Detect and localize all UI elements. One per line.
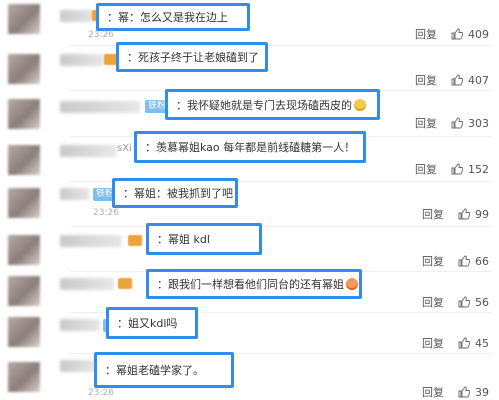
comment-row: 铁粉 ：幂姐：被我抓到了吧 23:26 回复 99 — [0, 178, 499, 226]
comment-row: sXi ：羡慕幂姐kao 每年都是前线磕糖第一人！ 回复 152 — [0, 131, 499, 181]
thumbs-up-icon — [458, 255, 470, 267]
comment-text: ：幂姐：被我抓到了吧 — [123, 187, 233, 200]
comment-actions: 回复 152 — [415, 161, 489, 177]
reply-link[interactable]: 回复 — [422, 253, 444, 269]
like-count: 409 — [468, 27, 489, 41]
reply-link[interactable]: 回复 — [422, 384, 444, 400]
thumbs-up-icon — [451, 74, 463, 86]
thumbs-up-icon — [458, 386, 470, 398]
highlighted-comment: ：羡慕幂姐kao 每年都是前线磕糖第一人！ — [134, 131, 366, 163]
timestamp: 23:26 — [93, 208, 119, 218]
thumbs-up-icon — [458, 208, 470, 220]
comment-row: 铁粉 ：姐又kdl吗 回复 45 — [0, 307, 499, 353]
like-count: 39 — [475, 385, 489, 399]
thumbs-up-icon — [451, 117, 463, 129]
thumbs-up-icon — [451, 163, 463, 175]
comment-actions: 回复 409 — [415, 26, 489, 42]
comment-actions: 回复 407 — [415, 72, 489, 88]
laughing-emoji-icon — [354, 98, 366, 111]
comment-row: ：幂姐 kdl 回复 66 — [0, 223, 499, 271]
thumbs-up-icon — [458, 296, 470, 308]
like-button[interactable]: 152 — [451, 163, 489, 176]
like-count: 99 — [475, 207, 489, 221]
comment-text: ：幂：怎么又是我在边上 — [107, 11, 228, 24]
comment-text: ：跟我们一样想看他们同台的还有幂姐 — [157, 278, 344, 291]
comment-actions: 回复 56 — [422, 294, 489, 310]
like-button[interactable]: 409 — [451, 28, 489, 41]
avatar[interactable] — [8, 362, 40, 392]
comment-row: ：跟我们一样想看他们同台的还有幂姐 回复 56 — [0, 269, 499, 312]
like-button[interactable]: 56 — [458, 296, 489, 309]
avatar[interactable] — [8, 4, 40, 34]
reply-link[interactable]: 回复 — [415, 26, 437, 42]
avatar[interactable] — [8, 317, 40, 347]
highlighted-comment: ：跟我们一样想看他们同台的还有幂姐 — [146, 269, 362, 299]
thumbs-up-icon — [458, 337, 470, 349]
avatar[interactable] — [8, 188, 40, 218]
highlighted-comment: ：幂姐老磕学家了。 — [94, 352, 234, 388]
username[interactable] — [60, 278, 114, 290]
like-button[interactable]: 99 — [458, 208, 489, 221]
like-button[interactable]: 45 — [458, 337, 489, 350]
username[interactable] — [60, 235, 122, 247]
comment-row: ：幂姐老磕学家了。 23:26 回复 39 — [0, 352, 499, 400]
avatar[interactable] — [8, 54, 40, 84]
avatar[interactable] — [8, 276, 40, 306]
thumbs-up-icon — [451, 28, 463, 40]
comment-row: ：死孩子终于让老娘磕到了 回复 407 — [0, 42, 499, 90]
username-tail[interactable]: sXi — [117, 143, 132, 154]
like-button[interactable]: 407 — [451, 74, 489, 87]
like-button[interactable]: 303 — [451, 117, 489, 130]
highlighted-comment: ：我怀疑她就是专门去现场磕西皮的 — [165, 89, 380, 120]
comment-text: ：幂姐老磕学家了。 — [105, 364, 204, 377]
username[interactable] — [60, 319, 100, 331]
comment-row: ：幂：怎么又是我在边上 23:26 回复 409 — [0, 0, 499, 44]
username[interactable] — [60, 54, 104, 66]
username[interactable] — [60, 101, 140, 113]
grinning-emoji-icon — [346, 278, 358, 290]
avatar[interactable] — [8, 99, 40, 129]
username[interactable] — [60, 145, 116, 157]
highlighted-comment: ：姐又kdl吗 — [106, 307, 198, 339]
like-count: 152 — [468, 162, 489, 176]
like-button[interactable]: 39 — [458, 386, 489, 399]
like-count: 45 — [475, 336, 489, 350]
comment-actions: 回复 45 — [422, 335, 489, 351]
reply-link[interactable]: 回复 — [415, 161, 437, 177]
highlighted-comment: ：幂姐 kdl — [146, 223, 262, 255]
comment-actions: 回复 99 — [422, 206, 489, 222]
highlighted-comment: ：幂：怎么又是我在边上 — [96, 3, 250, 31]
username[interactable] — [60, 360, 96, 372]
reply-link[interactable]: 回复 — [415, 72, 437, 88]
username[interactable] — [60, 188, 90, 200]
comment-actions: 回复 303 — [415, 115, 489, 131]
reply-link[interactable]: 回复 — [422, 206, 444, 222]
like-button[interactable]: 66 — [458, 255, 489, 268]
comment-text: ：我怀疑她就是专门去现场磕西皮的 — [176, 98, 352, 112]
reply-link[interactable]: 回复 — [415, 115, 437, 131]
like-count: 303 — [468, 116, 489, 130]
comment-actions: 回复 39 — [422, 384, 489, 400]
avatar[interactable] — [8, 235, 40, 265]
highlighted-comment: ：死孩子终于让老娘磕到了 — [116, 42, 268, 72]
comment-text: ：羡慕幂姐kao 每年都是前线磕糖第一人！ — [145, 141, 356, 154]
like-count: 407 — [468, 73, 489, 87]
comment-text: ：幂姐 kdl — [157, 233, 210, 246]
reply-link[interactable]: 回复 — [422, 335, 444, 351]
comment-text: ：死孩子终于让老娘磕到了 — [127, 51, 259, 64]
comment-text: ：姐又kdl吗 — [117, 317, 178, 330]
like-count: 56 — [475, 295, 489, 309]
timestamp: 23:26 — [88, 30, 114, 40]
avatar[interactable] — [8, 145, 40, 175]
vip-icon — [118, 278, 132, 289]
vip-icon — [128, 235, 142, 246]
highlighted-comment: ：幂姐：被我抓到了吧 — [112, 178, 238, 208]
comment-row: 铁粉 ：我怀疑她就是专门去现场磕西皮的 回复 303 — [0, 89, 499, 135]
like-count: 66 — [475, 254, 489, 268]
timestamp: 23:26 — [88, 388, 114, 398]
reply-link[interactable]: 回复 — [422, 294, 444, 310]
comment-actions: 回复 66 — [422, 253, 489, 269]
